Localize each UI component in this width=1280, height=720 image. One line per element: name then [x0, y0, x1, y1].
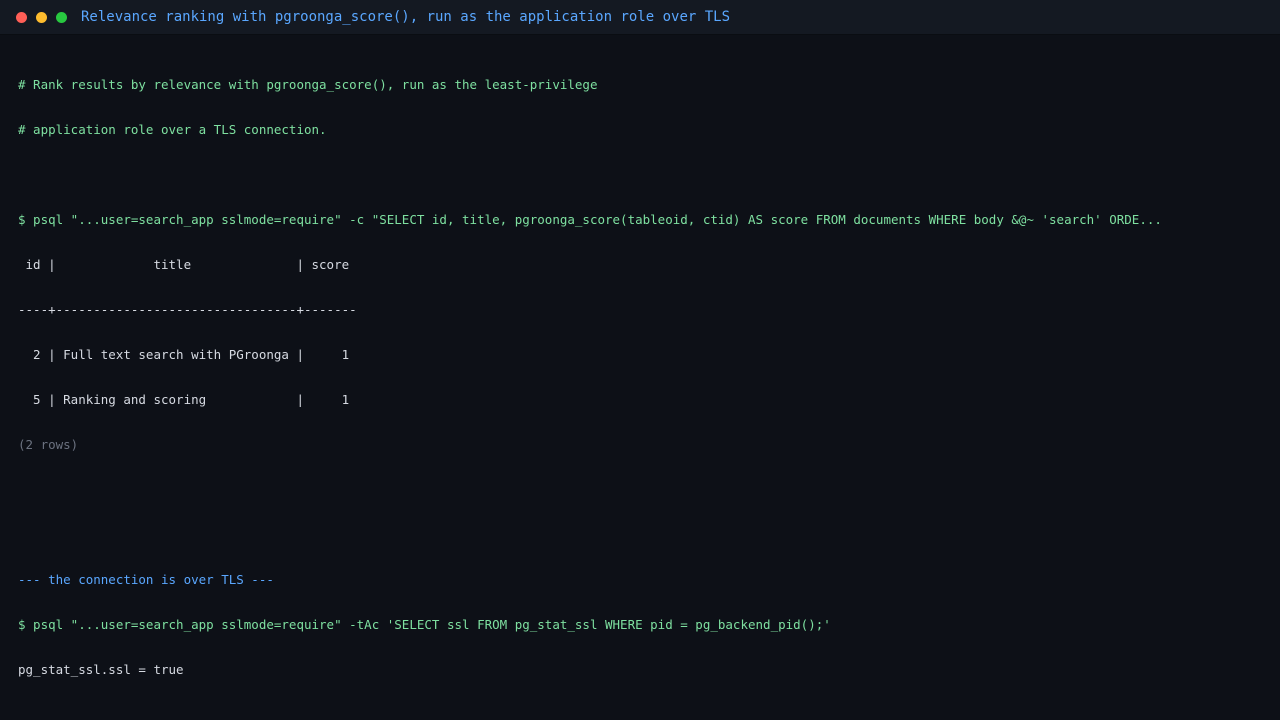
comment-line: # application role over a TLS connection…	[18, 122, 327, 137]
window-title: Relevance ranking with pgroonga_score(),…	[81, 9, 731, 25]
maximize-window-button[interactable]	[56, 11, 67, 23]
query-result: pg_stat_ssl.ssl = true	[18, 662, 184, 677]
close-window-button[interactable]	[16, 11, 27, 23]
title-bar: Relevance ranking with pgroonga_score(),…	[0, 0, 1280, 35]
terminal-output[interactable]: # Rank results by relevance with pgroong…	[18, 47, 1270, 707]
section-label: --- the connection is over TLS ---	[18, 572, 274, 587]
row-count: (2 rows)	[18, 437, 79, 452]
command-line: $ psql "...user=search_app sslmode=requi…	[18, 212, 1162, 227]
table-row: 5 | Ranking and scoring | 1	[18, 392, 350, 407]
terminal-window: Relevance ranking with pgroonga_score(),…	[0, 0, 1280, 720]
comment-line: # Rank results by relevance with pgroong…	[18, 77, 598, 92]
table-header: id | title | score	[18, 257, 350, 272]
table-separator: ----+--------------------------------+--…	[18, 302, 357, 317]
table-row: 2 | Full text search with PGroonga | 1	[18, 347, 350, 362]
command-line: $ psql "...user=search_app sslmode=requi…	[18, 617, 831, 632]
minimize-window-button[interactable]	[36, 11, 47, 23]
